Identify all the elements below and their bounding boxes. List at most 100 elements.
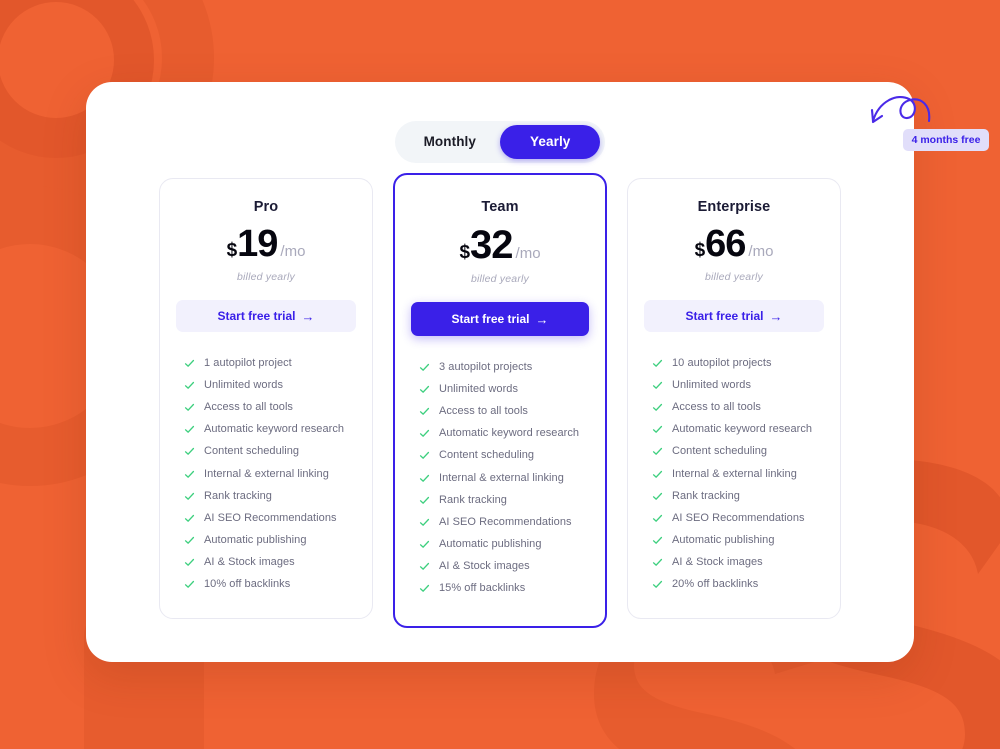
check-icon (419, 407, 430, 415)
feature-item: 20% off backlinks (644, 574, 824, 596)
check-icon (184, 403, 195, 411)
feature-item: Internal & external linking (411, 467, 589, 489)
check-icon (652, 514, 663, 522)
check-icon (419, 496, 430, 504)
feature-label: 10% off backlinks (204, 578, 291, 591)
billing-note: billed yearly (236, 271, 296, 283)
check-icon (184, 559, 195, 567)
feature-label: Automatic keyword research (672, 423, 813, 436)
plan-name: Team (481, 199, 519, 215)
check-icon (652, 492, 663, 500)
check-icon (184, 448, 195, 456)
feature-list: 1 autopilot project Unlimited words Access… (176, 352, 356, 596)
feature-label: Access to all tools (204, 400, 293, 413)
arrow-right-icon: → (769, 308, 783, 324)
check-icon (419, 563, 430, 571)
check-icon (419, 585, 430, 593)
feature-item: Rank tracking (176, 485, 356, 507)
check-icon (652, 403, 663, 411)
check-icon (419, 452, 430, 460)
pricing-panel: Monthly Yearly 4 months free Pro $19/mo bi… (86, 82, 990, 662)
check-icon (652, 470, 663, 478)
feature-item: 1 autopilot project (176, 352, 356, 374)
feature-label: Access to all tools (672, 400, 761, 413)
billing-toggle[interactable]: Monthly Yearly 4 months free (394, 96, 990, 163)
feature-item: Unlimited words (176, 374, 356, 396)
feature-label: Automatic keyword research (439, 427, 580, 440)
feature-label: Rank tracking (439, 493, 507, 506)
feature-item: Access to all tools (411, 400, 589, 422)
check-icon (652, 581, 663, 589)
feature-item: 10 autopilot projects (644, 352, 824, 374)
check-icon (184, 581, 195, 589)
feature-label: Content scheduling (204, 445, 300, 458)
feature-item: Internal & external linking (644, 463, 824, 485)
feature-item: Automatic publishing (644, 530, 824, 552)
price-currency: $ (459, 242, 471, 263)
feature-label: Automatic publishing (204, 534, 307, 547)
billing-toggle-yearly[interactable]: Yearly (500, 125, 601, 159)
check-icon (419, 363, 430, 371)
feature-label: Internal & external linking (204, 467, 329, 480)
feature-label: 10 autopilot projects (672, 356, 772, 369)
price-period: /mo (280, 243, 306, 260)
feature-item: Content scheduling (411, 445, 589, 467)
feature-item: Internal & external linking (176, 463, 356, 485)
feature-label: Access to all tools (439, 404, 528, 417)
price-amount: 66 (705, 223, 746, 265)
check-icon (652, 359, 663, 367)
feature-label: Unlimited words (204, 378, 283, 391)
price-amount: 32 (470, 223, 513, 267)
feature-label: AI SEO Recommendations (439, 515, 572, 528)
feature-label: Automatic publishing (439, 538, 542, 551)
feature-label: Automatic keyword research (204, 423, 345, 436)
cta-label: Start free trial (685, 309, 764, 323)
pricing-card-pro: Pro $19/mo billed yearly Start free trial → 1… (159, 178, 373, 620)
feature-label: Content scheduling (439, 449, 535, 462)
feature-item: Automatic keyword research (644, 419, 824, 441)
plan-price: $66/mo (644, 225, 824, 263)
billing-note: billed yearly (470, 273, 530, 285)
plan-name: Pro (253, 199, 279, 215)
feature-label: 3 autopilot projects (439, 360, 533, 373)
price-period: /mo (515, 245, 541, 262)
check-icon (652, 381, 663, 389)
cta-label: Start free trial (217, 309, 296, 323)
billing-toggle-row: Monthly Yearly 4 months free (86, 96, 990, 163)
feature-item: Automatic keyword research (411, 423, 589, 445)
feature-item: Rank tracking (644, 485, 824, 507)
billing-toggle-monthly[interactable]: Monthly (400, 126, 500, 158)
check-icon (652, 448, 663, 456)
feature-item: AI & Stock images (176, 552, 356, 574)
pricing-card-enterprise: Enterprise $66/mo billed yearly Start free … (627, 178, 841, 620)
feature-item: AI & Stock images (644, 552, 824, 574)
plan-price: $32/mo (411, 225, 589, 265)
arrow-right-icon: → (301, 308, 315, 324)
feature-item: Content scheduling (176, 441, 356, 463)
feature-item: Rank tracking (411, 489, 589, 511)
check-icon (652, 559, 663, 567)
start-free-trial-button[interactable]: Start free trial → (411, 302, 589, 336)
feature-item: Content scheduling (644, 441, 824, 463)
feature-item: 10% off backlinks (176, 574, 356, 596)
check-icon (419, 518, 430, 526)
promo-badge: 4 months free (902, 129, 990, 151)
start-free-trial-button[interactable]: Start free trial → (644, 300, 824, 332)
plan-price: $19/mo (176, 225, 356, 263)
feature-label: 20% off backlinks (672, 578, 759, 591)
feature-label: Rank tracking (204, 489, 272, 502)
check-icon (184, 381, 195, 389)
check-icon (184, 536, 195, 544)
cta-label: Start free trial (451, 312, 530, 326)
feature-item: Automatic publishing (411, 534, 589, 556)
feature-label: 1 autopilot project (204, 356, 292, 369)
start-free-trial-button[interactable]: Start free trial → (176, 300, 356, 332)
check-icon (419, 430, 430, 437)
feature-item: Unlimited words (411, 378, 589, 400)
feature-label: AI & Stock images (204, 556, 295, 569)
pricing-card-team: Team $32/mo billed yearly Start free trial →… (393, 173, 607, 629)
feature-item: Automatic keyword research (176, 419, 356, 441)
feature-label: 15% off backlinks (439, 582, 526, 595)
feature-item: AI SEO Recommendations (411, 511, 589, 533)
feature-item: Access to all tools (176, 396, 356, 418)
